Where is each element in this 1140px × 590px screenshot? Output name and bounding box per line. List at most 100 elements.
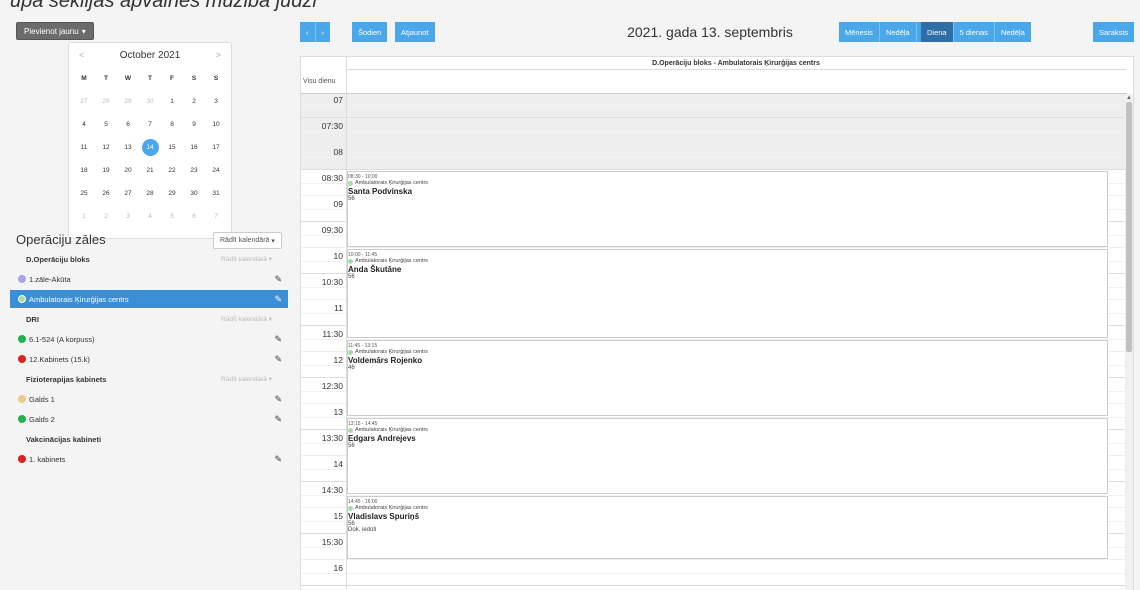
today-button[interactable]: Šodien [352, 22, 388, 42]
nav-button-group: ‹ › [300, 22, 330, 42]
room-item[interactable]: 6.1-524 (A korpuss) ✎ [10, 330, 288, 348]
edit-icon[interactable]: ✎ [274, 414, 282, 425]
view-button[interactable]: Nedēļa [994, 22, 1031, 42]
edit-icon[interactable]: ✎ [274, 454, 282, 465]
calendar-day[interactable]: 10 [205, 113, 227, 136]
calendar-day[interactable]: 27 [117, 182, 139, 205]
calendar-day[interactable]: 16 [183, 136, 205, 159]
calendar-day[interactable]: 12 [95, 136, 117, 159]
event-location: Ambulatorais Ķirurģijas centrs [348, 180, 1107, 186]
view-button[interactable]: Diena [921, 22, 954, 42]
calendar-day[interactable]: 28 [139, 182, 161, 205]
refresh-button[interactable]: Atjaunot [395, 22, 435, 42]
calendar-day[interactable]: 2 [95, 205, 117, 228]
calendar-day[interactable]: 1 [73, 205, 95, 228]
appointment-event[interactable]: 08:30 - 10:00 Ambulatorais Ķirurģijas cen… [347, 171, 1108, 247]
room-item[interactable]: Galds 2 ✎ [10, 410, 288, 428]
room-group-label: Vakcinācijas kabineti [26, 434, 102, 444]
calendar-day[interactable]: 9 [183, 113, 205, 136]
calendar-day[interactable]: 31 [205, 182, 227, 205]
scroll-thumb[interactable] [1126, 102, 1132, 352]
calendar-day[interactable]: 29 [117, 90, 139, 113]
weekday-label: T [148, 75, 152, 82]
time-label: 09:30 [321, 225, 343, 235]
show-in-calendar-link[interactable]: Rādīt kalendārā ▾ [221, 315, 272, 323]
room-item[interactable]: Galds 1 ✎ [10, 390, 288, 408]
calendar-day[interactable]: 1 [161, 90, 183, 113]
edit-icon[interactable]: ✎ [274, 354, 282, 365]
prev-month-button[interactable]: < [79, 50, 84, 60]
edit-icon[interactable]: ✎ [274, 394, 282, 405]
calendar-day[interactable]: 7 [139, 113, 161, 136]
next-day-button[interactable]: › [315, 22, 330, 42]
appointment-event[interactable]: 11:45 - 13:15 Ambulatorais Ķirurģijas cen… [347, 340, 1108, 416]
calendar-day[interactable]: 24 [205, 159, 227, 182]
calendar-day[interactable]: 19 [95, 159, 117, 182]
edit-icon[interactable]: ✎ [274, 274, 282, 285]
time-label: 16 [333, 563, 343, 573]
time-slots: 07 07:30 08 08:30 09 09:30 10 10:30 11 11:30 12 12:… [301, 94, 1127, 590]
location-color-dot [348, 427, 353, 433]
calendar-day[interactable]: 3 [117, 205, 139, 228]
room-item[interactable]: 1.zāle-Akūta ✎ [10, 270, 288, 288]
list-view-button[interactable]: Saraksts [1093, 22, 1135, 42]
calendar-day[interactable]: 7 [205, 205, 227, 228]
calendar-day[interactable]: 18 [73, 159, 95, 182]
calendar-day[interactable]: 17 [205, 136, 227, 159]
appointment-event[interactable]: 13:15 - 14:45 Ambulatorais Ķirurģijas cen… [347, 418, 1108, 494]
room-item[interactable]: 1. kabinets ✎ [10, 450, 288, 468]
calendar-day[interactable]: 22 [161, 159, 183, 182]
view-button[interactable]: Nedēļa [879, 22, 917, 42]
show-in-calendar-link[interactable]: Rādīt kalendārā ▾ [221, 375, 272, 383]
room-item[interactable]: Ambulatorais Ķirurģijas centrs ✎ [10, 290, 288, 308]
next-month-button[interactable]: > [216, 50, 221, 60]
time-slot[interactable]: 08 [301, 144, 1127, 170]
all-day-row[interactable]: Visu dienu [301, 70, 1127, 94]
location-color-dot [348, 180, 353, 186]
calendar-day[interactable]: 6 [117, 113, 139, 136]
show-in-calendar-link[interactable]: Rādīt kalendārā ▾ [221, 255, 272, 263]
calendar-day[interactable]: 4 [139, 205, 161, 228]
edit-icon[interactable]: ✎ [274, 334, 282, 345]
calendar-day[interactable]: 8 [161, 113, 183, 136]
calendar-day[interactable]: 5 [95, 113, 117, 136]
calendar-day[interactable]: 30 [183, 182, 205, 205]
calendar-day[interactable]: 3 [205, 90, 227, 113]
calendar-day[interactable]: 6 [183, 205, 205, 228]
calendar-day[interactable]: 15 [161, 136, 183, 159]
calendar-day[interactable]: 30 [139, 90, 161, 113]
calendar-day[interactable]: 4 [73, 113, 95, 136]
edit-icon[interactable]: ✎ [274, 294, 282, 305]
calendar-day[interactable]: 29 [161, 182, 183, 205]
room-item[interactable]: 12.Kabinets (15.k) ✎ [10, 350, 288, 368]
view-button[interactable]: 5 dienas [953, 22, 995, 42]
calendar-day[interactable]: 25 [73, 182, 95, 205]
event-location: Ambulatorais Ķirurģijas centrs [348, 427, 1107, 433]
add-new-button[interactable]: Pievienot jaunu ▾ [16, 22, 94, 40]
time-label: 08 [333, 147, 343, 157]
time-slot[interactable]: 16 [301, 560, 1127, 586]
slot-subline [301, 131, 1127, 132]
calendar-day[interactable]: 28 [95, 90, 117, 113]
prev-day-button[interactable]: ‹ [300, 22, 316, 42]
weekday-label: S [213, 75, 219, 82]
view-button[interactable]: Mēnesis [839, 22, 880, 42]
calendar-day[interactable]: 11 [73, 136, 95, 159]
scroll-up-icon[interactable]: ▲ [1125, 94, 1133, 102]
event-location-label: Ambulatorais Ķirurģijas centrs [355, 505, 429, 511]
calendar-day[interactable]: 13 [117, 136, 139, 159]
calendar-day[interactable]: 21 [139, 159, 161, 182]
calendar-day[interactable]: 20 [117, 159, 139, 182]
calendar-day[interactable]: 5 [161, 205, 183, 228]
time-slot[interactable]: 07 [301, 94, 1127, 118]
calendar-day[interactable]: 14 [139, 136, 161, 159]
show-calendar-button[interactable]: Rādīt kalendārā ▾ [213, 232, 282, 249]
appointment-event[interactable]: 10:00 - 11:45 Ambulatorais Ķirurģijas cen… [347, 249, 1108, 338]
vertical-scrollbar[interactable]: ▲ ▼ [1125, 94, 1133, 590]
time-slot[interactable]: 07:30 [301, 118, 1127, 144]
calendar-day[interactable]: 23 [183, 159, 205, 182]
appointment-event[interactable]: 14:45 - 16:00 Ambulatorais Ķirurģijas cen… [347, 496, 1108, 559]
calendar-day[interactable]: 26 [95, 182, 117, 205]
calendar-day[interactable]: 2 [183, 90, 205, 113]
calendar-day[interactable]: 27 [73, 90, 95, 113]
